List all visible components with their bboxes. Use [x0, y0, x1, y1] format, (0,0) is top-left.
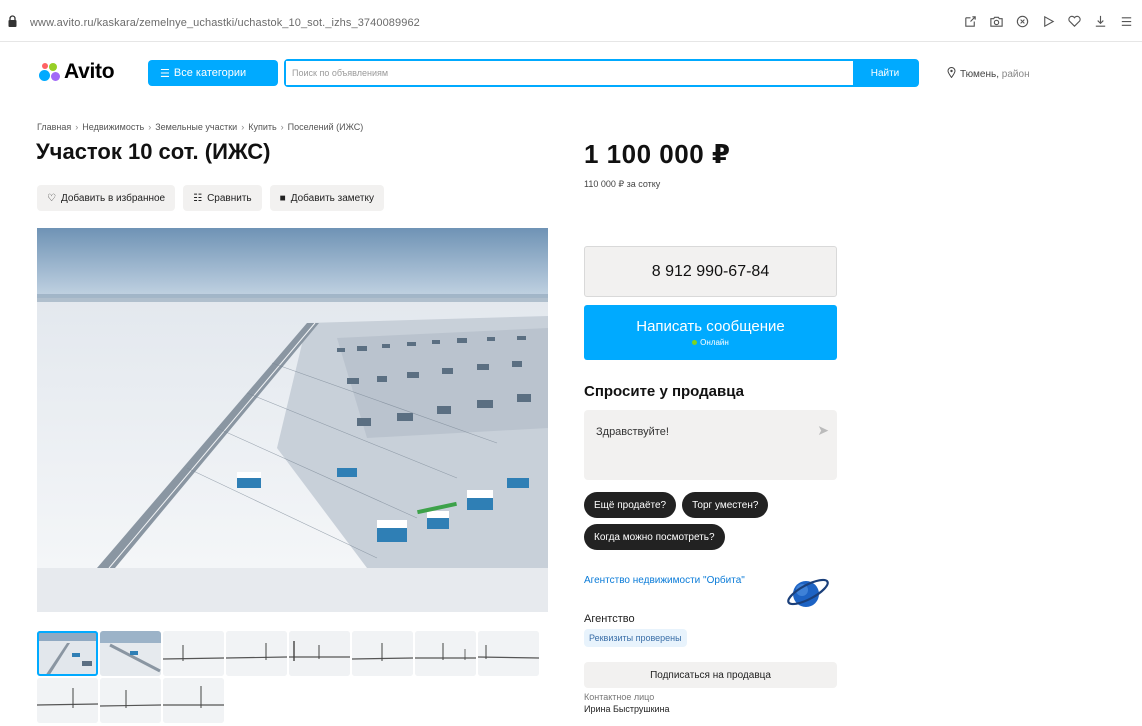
seller-name-link[interactable]: Агентство недвижимости "Орбита" — [584, 575, 754, 587]
breadcrumb-item[interactable]: Купить — [248, 122, 276, 132]
heart-icon[interactable] — [1062, 10, 1086, 32]
photo-thumbnail[interactable] — [100, 631, 161, 676]
price-per-sotka: 110 000 ₽ за сотку — [584, 179, 661, 189]
play-icon[interactable] — [1036, 10, 1060, 32]
listing-actions: ♡ Добавить в избранное ☷ Сравнить ■ Доба… — [37, 185, 384, 211]
online-status: Онлайн — [692, 338, 729, 347]
photo-thumbnail[interactable] — [478, 631, 539, 676]
browser-address-bar: www.avito.ru/kaskara/zemelnye_uchastki/u… — [0, 0, 1142, 42]
add-note-button[interactable]: ■ Добавить заметку — [269, 185, 384, 211]
camera-icon[interactable] — [984, 10, 1008, 32]
share-icon[interactable] — [958, 10, 982, 32]
send-icon[interactable]: ➤ — [817, 422, 829, 439]
quick-question-chip[interactable]: Ещё продаёте? — [584, 492, 677, 518]
photo-thumbnail[interactable] — [352, 631, 413, 676]
ask-seller-textarea[interactable]: Здравствуйте! ➤ — [584, 410, 837, 480]
location-city: Тюмень, — [960, 68, 1000, 80]
seller-type: Агентство — [584, 613, 635, 625]
download-icon[interactable] — [1088, 10, 1112, 32]
lock-icon — [8, 15, 17, 27]
seller-logo[interactable] — [784, 572, 832, 612]
quick-questions: Ещё продаёте? Торг уместен? Когда можно … — [584, 492, 844, 550]
main-photo[interactable] — [37, 228, 548, 612]
favorites-label: Добавить в избранное — [60, 192, 166, 204]
note-icon: ■ — [279, 192, 286, 204]
photo-thumbnails — [37, 631, 548, 723]
add-to-favorites-button[interactable]: ♡ Добавить в избранное — [37, 185, 176, 211]
online-label: Онлайн — [700, 338, 729, 347]
photo-thumbnail[interactable] — [163, 678, 224, 723]
aerial-landscape-image — [37, 228, 548, 612]
compare-icon: ☷ — [193, 192, 203, 204]
photo-thumbnail[interactable] — [163, 631, 224, 676]
quick-question-chip[interactable]: Торг уместен? — [682, 492, 769, 518]
compare-label: Сравнить — [207, 192, 252, 204]
search-bar: Найти — [284, 59, 919, 87]
compare-button[interactable]: ☷ Сравнить — [183, 185, 262, 211]
contact-person-label: Контактное лицо — [584, 692, 655, 702]
show-phone-button[interactable]: 8 912 990-67-84 — [584, 246, 837, 297]
photo-thumbnail[interactable] — [226, 631, 287, 676]
write-message-label: Написать сообщение — [636, 318, 785, 335]
location-selector[interactable]: Тюмень, район — [947, 67, 1030, 81]
categories-button[interactable]: ☰ Все категории — [148, 60, 278, 86]
photo-thumbnail[interactable] — [37, 678, 98, 723]
location-pin-icon — [947, 67, 956, 81]
categories-icon: ☰ — [160, 67, 170, 80]
extension-icon[interactable] — [1010, 10, 1034, 32]
heart-icon: ♡ — [47, 192, 56, 204]
photo-thumbnail[interactable] — [289, 631, 350, 676]
subscribe-button[interactable]: Подписаться на продавца — [584, 662, 837, 688]
quick-question-chip[interactable]: Когда можно посмотреть? — [584, 524, 725, 550]
message-draft[interactable]: Здравствуйте! — [596, 426, 669, 438]
photo-thumbnail[interactable] — [37, 631, 98, 676]
search-button[interactable]: Найти — [853, 61, 917, 85]
url-text[interactable]: www.avito.ru/kaskara/zemelnye_uchastki/u… — [30, 17, 420, 29]
ask-seller-title: Спросите у продавца — [584, 383, 744, 400]
menu-icon[interactable] — [1114, 10, 1138, 32]
page-title: Участок 10 сот. (ИЖС) — [36, 139, 271, 164]
breadcrumb-item[interactable]: Недвижимость — [82, 122, 144, 132]
breadcrumb: Главная › Недвижимость › Земельные участки… — [37, 122, 364, 132]
note-label: Добавить заметку — [290, 192, 374, 204]
contact-person-name: Ирина Быструшкина — [584, 704, 670, 714]
breadcrumb-item[interactable]: Поселений (ИЖС) — [288, 122, 364, 132]
write-message-button[interactable]: Написать сообщение Онлайн — [584, 305, 837, 360]
categories-label: Все категории — [173, 67, 247, 79]
photo-thumbnail[interactable] — [415, 631, 476, 676]
breadcrumb-item[interactable]: Главная — [37, 122, 71, 132]
logo-text: Avito — [64, 60, 115, 83]
avito-logo-icon — [37, 61, 61, 83]
browser-toolbar — [956, 10, 1138, 32]
photo-thumbnail[interactable] — [100, 678, 161, 723]
online-dot-icon — [692, 340, 698, 345]
price: 1 100 000 ₽ — [584, 139, 731, 169]
verified-badge: Реквизиты проверены — [584, 629, 687, 647]
search-input[interactable] — [286, 61, 853, 85]
avito-logo[interactable]: Avito — [37, 60, 115, 84]
location-area: район — [1001, 68, 1030, 80]
breadcrumb-item[interactable]: Земельные участки — [155, 122, 237, 132]
